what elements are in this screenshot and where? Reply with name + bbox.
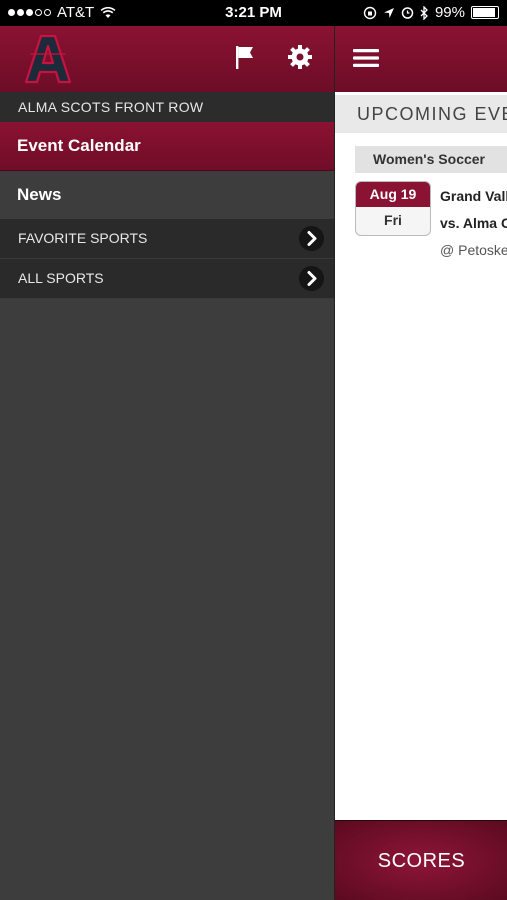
main-content: UPCOMING EVENTS Women's Soccer Aug 19 Fr… — [334, 26, 507, 900]
event-title[interactable]: Grand Valley — [440, 188, 507, 204]
event-date: Aug 19 — [356, 182, 430, 207]
location-arrow-icon — [383, 7, 394, 18]
alma-a-logo[interactable] — [22, 32, 74, 84]
event-weekday: Fri — [384, 212, 402, 228]
menu-item-label: ALL SPORTS — [18, 270, 104, 286]
chevron-right-icon — [299, 226, 324, 251]
menu-header — [0, 26, 334, 92]
sport-category-label: Women's Soccer — [355, 146, 507, 173]
menu-item-event-calendar[interactable]: Event Calendar — [0, 122, 334, 171]
side-menu: ALMA SCOTS FRONT ROW Event Calendar News… — [0, 26, 334, 900]
bluetooth-icon — [420, 5, 428, 20]
alarm-icon — [401, 7, 414, 19]
menu-item-news[interactable]: News — [0, 171, 334, 219]
flag-icon[interactable] — [234, 44, 256, 70]
content-header — [335, 26, 507, 92]
menu-item-all-sports[interactable]: ALL SPORTS — [0, 259, 334, 299]
menu-item-favorite-sports[interactable]: FAVORITE SPORTS — [0, 219, 334, 259]
wifi-icon — [100, 6, 116, 18]
event-date-badge: Aug 19 Fri — [355, 181, 431, 236]
hamburger-icon[interactable] — [353, 48, 379, 68]
battery-percent: 99% — [434, 4, 465, 21]
chevron-right-icon — [299, 266, 324, 291]
orientation-lock-icon — [363, 6, 377, 19]
status-bar: AT&T 3:21 PM 99% — [0, 0, 507, 26]
upcoming-events-header: UPCOMING EVENTS — [335, 95, 507, 133]
event-location: @ Petoskey — [440, 242, 507, 258]
gear-icon[interactable] — [287, 44, 313, 70]
event-opponent[interactable]: vs. Alma College — [440, 215, 507, 231]
menu-section-title: ALMA SCOTS FRONT ROW — [0, 92, 334, 122]
battery-icon — [471, 6, 499, 19]
signal-strength-icon — [8, 9, 51, 16]
scores-button[interactable]: SCORES — [335, 820, 507, 900]
carrier-label: AT&T — [57, 4, 95, 21]
menu-item-label: FAVORITE SPORTS — [18, 230, 148, 246]
